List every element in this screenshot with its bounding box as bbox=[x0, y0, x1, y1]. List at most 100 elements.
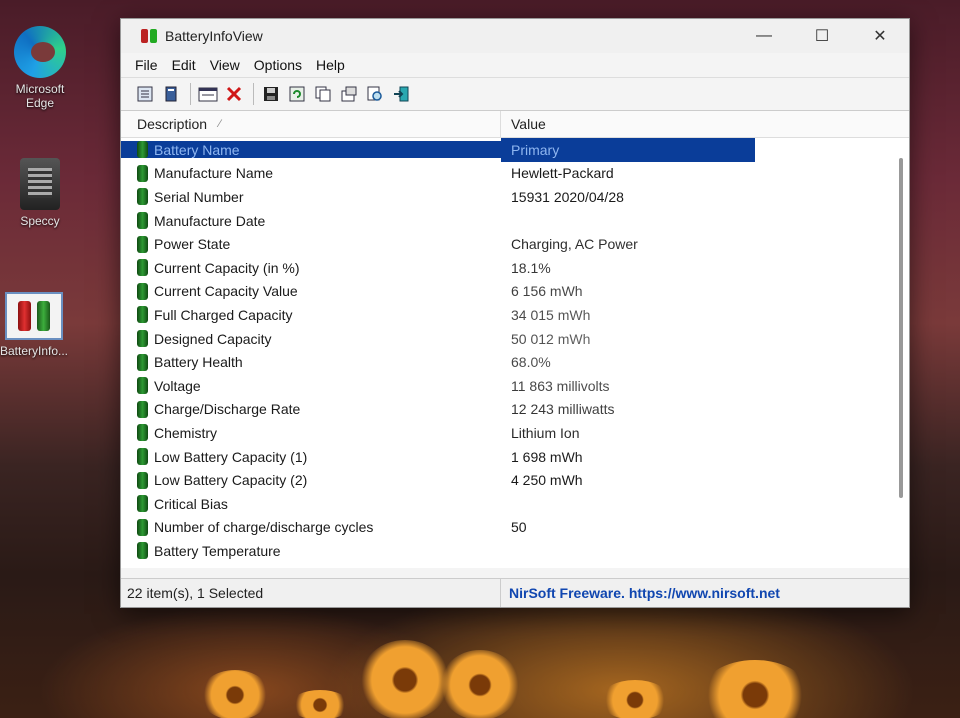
column-header-value[interactable]: Value bbox=[501, 111, 546, 137]
row-description: Current Capacity Value bbox=[121, 282, 501, 300]
row-description-text: Low Battery Capacity (1) bbox=[154, 448, 308, 465]
properties-button[interactable] bbox=[196, 82, 220, 106]
table-row[interactable]: Critical Bias bbox=[121, 492, 909, 516]
battery-icon bbox=[137, 353, 148, 371]
row-description: Serial Number bbox=[121, 188, 501, 206]
table-row[interactable]: Current Capacity (in %) 18.1% bbox=[121, 256, 909, 280]
menu-view[interactable]: View bbox=[210, 57, 240, 73]
column-header-label: Description bbox=[137, 116, 208, 132]
table-row[interactable]: Serial Number 15931 2020/04/28 bbox=[121, 185, 909, 209]
minimize-button[interactable]: — bbox=[735, 19, 793, 53]
row-value: 1 698 mWh bbox=[511, 448, 583, 465]
battery-icon bbox=[137, 330, 148, 348]
row-value: 15931 2020/04/28 bbox=[511, 188, 624, 205]
save-button[interactable] bbox=[259, 82, 283, 106]
battery-icon bbox=[137, 400, 148, 418]
find-icon bbox=[367, 86, 382, 101]
exit-icon bbox=[394, 86, 409, 102]
table-row[interactable]: Current Capacity Value 6 156 mWh bbox=[121, 280, 909, 304]
battery-app-icon bbox=[5, 292, 63, 340]
delete-button[interactable] bbox=[222, 82, 246, 106]
maximize-button[interactable]: ☐ bbox=[793, 19, 851, 53]
row-description: Voltage bbox=[121, 377, 501, 395]
row-description-text: Critical Bias bbox=[154, 495, 228, 512]
menu-help[interactable]: Help bbox=[316, 57, 345, 73]
html-report-button[interactable] bbox=[337, 82, 361, 106]
battery-info-mode-button[interactable] bbox=[133, 82, 157, 106]
table-row[interactable]: Manufacture Date bbox=[121, 209, 909, 233]
find-button[interactable] bbox=[363, 82, 387, 106]
battery-icon bbox=[137, 212, 148, 230]
row-description: Charge/Discharge Rate bbox=[121, 400, 501, 418]
row-description-text: Serial Number bbox=[154, 188, 244, 205]
table-row[interactable]: Low Battery Capacity (1) 1 698 mWh bbox=[121, 445, 909, 469]
desktop-icon-label: Microsoft Edge bbox=[15, 82, 65, 110]
row-value bbox=[501, 209, 755, 233]
table-row[interactable]: Full Charged Capacity 34 015 mWh bbox=[121, 303, 909, 327]
desktop-icon-batteryinfoview[interactable]: BatteryInfo... bbox=[0, 292, 74, 358]
row-description-text: Full Charged Capacity bbox=[154, 306, 293, 323]
battery-icon bbox=[137, 141, 148, 159]
menu-edit[interactable]: Edit bbox=[172, 57, 196, 73]
desktop-icon-edge[interactable]: Microsoft Edge bbox=[0, 26, 80, 110]
batteryinfoview-window: BatteryInfoView — ☐ ✕ File Edit View Opt… bbox=[120, 18, 910, 608]
table-row[interactable]: Number of charge/discharge cycles 50 bbox=[121, 516, 909, 540]
nirsoft-link[interactable]: NirSoft Freeware. https://www.nirsoft.ne… bbox=[501, 585, 780, 601]
row-description-text: Voltage bbox=[154, 377, 201, 394]
battery-icon bbox=[137, 542, 148, 560]
row-value: 68.0% bbox=[511, 354, 551, 371]
row-description-text: Manufacture Date bbox=[154, 212, 266, 229]
battery-log-mode-button[interactable] bbox=[159, 82, 183, 106]
battery-icon bbox=[137, 471, 148, 489]
table-row[interactable]: Voltage 11 863 millivolts bbox=[121, 374, 909, 398]
list-header: Description ∕ Value bbox=[121, 111, 909, 138]
speccy-icon bbox=[20, 158, 60, 210]
row-description: Battery Name bbox=[121, 141, 501, 159]
title-bar[interactable]: BatteryInfoView — ☐ ✕ bbox=[121, 19, 909, 53]
row-description: Full Charged Capacity bbox=[121, 306, 501, 324]
battery-icon bbox=[137, 518, 148, 536]
exit-button[interactable] bbox=[389, 82, 413, 106]
report-icon bbox=[341, 86, 357, 102]
column-header-description[interactable]: Description ∕ bbox=[121, 111, 501, 137]
row-description-text: Current Capacity Value bbox=[154, 283, 298, 300]
table-row[interactable]: Power State Charging, AC Power bbox=[121, 232, 909, 256]
row-value: 50 012 mWh bbox=[511, 330, 591, 347]
table-row[interactable]: Manufacture Name Hewlett-Packard bbox=[121, 162, 909, 186]
table-row[interactable]: Low Battery Capacity (2) 4 250 mWh bbox=[121, 468, 909, 492]
refresh-button[interactable] bbox=[285, 82, 309, 106]
row-value bbox=[501, 492, 755, 516]
row-description: Battery Temperature bbox=[121, 542, 501, 560]
vertical-scrollbar[interactable] bbox=[899, 158, 903, 498]
row-description-text: Designed Capacity bbox=[154, 330, 272, 347]
toolbar bbox=[121, 77, 909, 111]
window-title: BatteryInfoView bbox=[165, 28, 263, 44]
table-row[interactable]: Battery Temperature bbox=[121, 539, 909, 563]
table-row[interactable]: Battery Health 68.0% bbox=[121, 350, 909, 374]
battery-info-list[interactable]: Battery Name Primary Manufacture Name Hewle… bbox=[121, 138, 909, 568]
copy-button[interactable] bbox=[311, 82, 335, 106]
table-row[interactable]: Designed Capacity 50 012 mWh bbox=[121, 327, 909, 351]
close-button[interactable]: ✕ bbox=[851, 19, 909, 53]
desktop-icon-speccy[interactable]: Speccy bbox=[0, 158, 80, 228]
row-description: Manufacture Name bbox=[121, 164, 501, 182]
row-description: Manufacture Date bbox=[121, 212, 501, 230]
menu-file[interactable]: File bbox=[135, 57, 158, 73]
sort-arrow-icon: ∕ bbox=[219, 118, 221, 130]
row-description-text: Charge/Discharge Rate bbox=[154, 401, 301, 418]
status-bar: 22 item(s), 1 Selected NirSoft Freeware.… bbox=[121, 578, 909, 607]
table-row[interactable]: Charge/Discharge Rate 12 243 milliwatts bbox=[121, 398, 909, 422]
row-description-text: Manufacture Name bbox=[154, 165, 274, 182]
row-value: 50 bbox=[511, 519, 527, 536]
row-description: Number of charge/discharge cycles bbox=[121, 518, 501, 536]
table-row[interactable]: Chemistry Lithium Ion bbox=[121, 421, 909, 445]
menu-options[interactable]: Options bbox=[254, 57, 302, 73]
table-row[interactable]: Battery Name Primary bbox=[121, 138, 909, 162]
battery-info-icon bbox=[137, 86, 153, 102]
column-header-label: Value bbox=[511, 116, 546, 132]
row-description: Designed Capacity bbox=[121, 330, 501, 348]
row-value: 18.1% bbox=[511, 259, 551, 276]
battery-icon bbox=[137, 377, 148, 395]
battery-icon bbox=[137, 495, 148, 513]
battery-icon bbox=[137, 424, 148, 442]
